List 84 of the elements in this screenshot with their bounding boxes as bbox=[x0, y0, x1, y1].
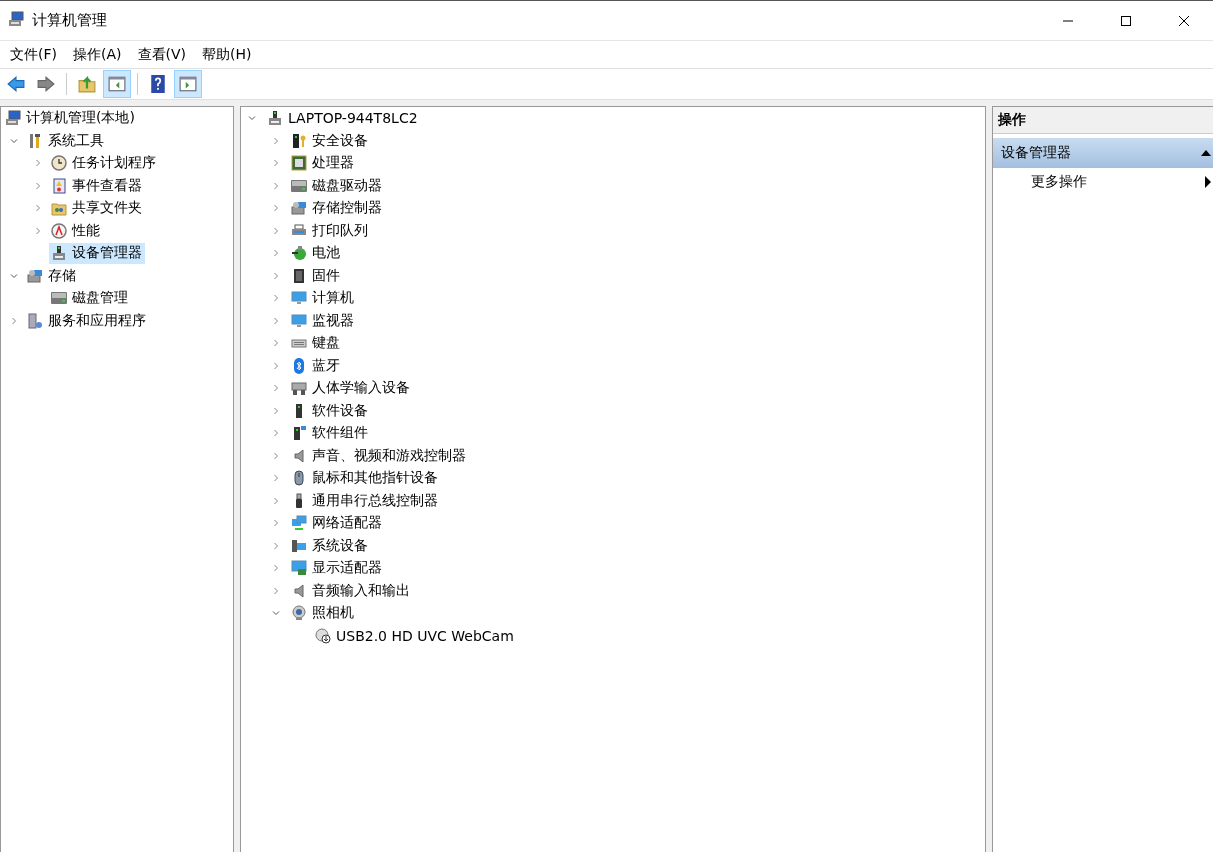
collapse-triangle-icon[interactable] bbox=[1201, 149, 1211, 157]
storage-icon bbox=[291, 200, 307, 217]
network-icon bbox=[291, 515, 307, 532]
disk-drive-icon bbox=[291, 177, 307, 194]
close-icon bbox=[1178, 14, 1190, 27]
toolbar-button[interactable] bbox=[174, 70, 202, 98]
pane-icon bbox=[108, 75, 126, 93]
tree-item[interactable]: 计算机 bbox=[289, 287, 357, 309]
device-icon bbox=[267, 110, 283, 127]
tree-item[interactable]: 键盘 bbox=[289, 332, 343, 354]
section-title: 设备管理器 bbox=[1001, 144, 1072, 162]
plug-icon bbox=[291, 245, 307, 262]
action-item[interactable]: 更多操作 bbox=[993, 168, 1213, 196]
tree-item[interactable]: 蓝牙 bbox=[289, 355, 343, 377]
tree-item[interactable]: 磁盘驱动器 bbox=[289, 175, 385, 197]
forward-arrow-icon bbox=[37, 75, 55, 93]
tree-item[interactable]: 监视器 bbox=[289, 310, 357, 332]
memory-chip-icon bbox=[291, 267, 307, 284]
webcam-icon bbox=[291, 605, 307, 622]
tree-item[interactable]: 音频输入和输出 bbox=[289, 580, 413, 602]
submenu-triangle-icon bbox=[1205, 176, 1211, 188]
window-title: 计算机管理 bbox=[32, 11, 108, 30]
tree-item[interactable]: 共享文件夹 bbox=[49, 197, 145, 219]
storage-icon bbox=[27, 267, 43, 284]
device-icon bbox=[51, 245, 67, 262]
tree-item[interactable]: 人体学输入设备 bbox=[289, 377, 413, 399]
tree-item[interactable]: 安全设备 bbox=[289, 130, 371, 152]
tree-item[interactable]: 声音、视频和游戏控制器 bbox=[289, 445, 469, 467]
bluetooth-icon bbox=[291, 357, 307, 374]
tree-item[interactable]: 磁盘管理 bbox=[49, 287, 131, 309]
tree-item[interactable]: 任务计划程序 bbox=[49, 152, 159, 174]
tools-icon bbox=[27, 132, 43, 149]
speaker-icon bbox=[291, 582, 307, 599]
tree-item[interactable]: USB2.0 HD UVC WebCam bbox=[313, 625, 517, 647]
key-icon bbox=[291, 132, 307, 149]
component-icon bbox=[291, 425, 307, 442]
tree-item[interactable]: 照相机 bbox=[289, 602, 357, 624]
tree-item[interactable]: 通用串行总线控制器 bbox=[289, 490, 441, 512]
tree-item[interactable]: 鼠标和其他指针设备 bbox=[289, 467, 441, 489]
actions-header: 操作 bbox=[993, 107, 1213, 134]
tree-item[interactable]: 网络适配器 bbox=[289, 512, 385, 534]
computer-icon bbox=[8, 11, 24, 27]
clock-icon bbox=[51, 155, 67, 172]
tree-item[interactable]: 性能 bbox=[49, 220, 103, 242]
actions-section[interactable]: 设备管理器 bbox=[993, 138, 1213, 168]
tree-item[interactable]: 显示适配器 bbox=[289, 557, 385, 579]
tree-item[interactable]: 系统工具 bbox=[25, 130, 107, 152]
tree-item[interactable]: 软件设备 bbox=[289, 400, 371, 422]
menu-item[interactable]: 操作(A) bbox=[65, 43, 130, 66]
tree-item[interactable]: 服务和应用程序 bbox=[25, 310, 149, 332]
folder-up-icon bbox=[78, 75, 96, 93]
camera-device-icon bbox=[315, 627, 331, 644]
input-device-icon bbox=[291, 380, 307, 397]
maximize-icon bbox=[1120, 14, 1132, 27]
display-adapter-icon bbox=[291, 560, 307, 577]
tree-item[interactable]: 打印队列 bbox=[289, 220, 371, 242]
tree-item[interactable]: 软件组件 bbox=[289, 422, 371, 444]
tree-item[interactable]: 计算机管理(本地) bbox=[3, 107, 138, 129]
system-device-icon bbox=[291, 537, 307, 554]
monitor-icon bbox=[291, 312, 307, 329]
tree-item[interactable]: LAPTOP-944T8LC2 bbox=[265, 107, 421, 129]
tree-item[interactable]: 存储控制器 bbox=[289, 197, 385, 219]
menu-item[interactable]: 查看(V) bbox=[129, 43, 194, 66]
menu-item[interactable]: 帮助(H) bbox=[194, 43, 260, 66]
shared-folder-icon bbox=[51, 200, 67, 217]
pane-icon bbox=[179, 75, 197, 93]
menu-item[interactable]: 文件(F) bbox=[2, 43, 65, 66]
tree-item[interactable]: 设备管理器 bbox=[49, 242, 145, 264]
monitor-icon bbox=[291, 290, 307, 307]
chip-icon bbox=[291, 155, 307, 172]
toolbar-button[interactable] bbox=[103, 70, 131, 98]
tree-item[interactable]: 存储 bbox=[25, 265, 79, 287]
help-icon bbox=[149, 75, 167, 93]
tree-item[interactable]: 固件 bbox=[289, 265, 343, 287]
tree-item[interactable]: 事件查看器 bbox=[49, 175, 145, 197]
tree-item[interactable]: 电池 bbox=[289, 242, 343, 264]
tree-item[interactable]: 处理器 bbox=[289, 152, 357, 174]
gauge-icon bbox=[51, 222, 67, 239]
speaker-icon bbox=[291, 447, 307, 464]
disk-drive-icon bbox=[51, 290, 67, 307]
computer-icon bbox=[5, 110, 21, 127]
log-book-icon bbox=[51, 177, 67, 194]
tree-item[interactable]: 系统设备 bbox=[289, 535, 371, 557]
back-arrow-icon bbox=[7, 75, 25, 93]
